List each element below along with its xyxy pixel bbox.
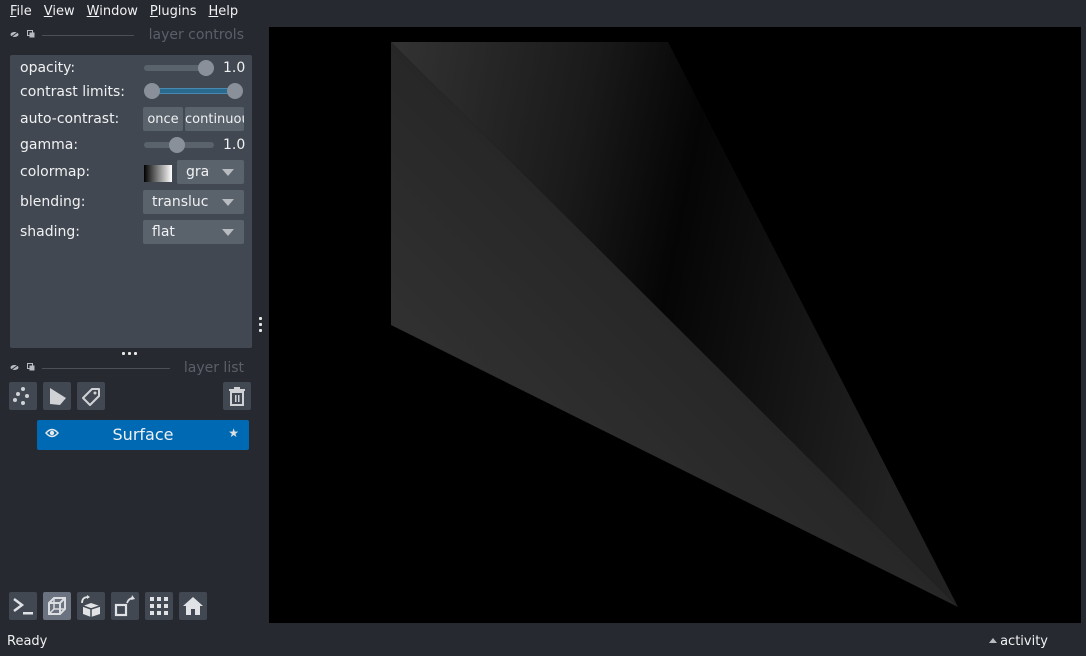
menu-file[interactable]: File [4,1,38,23]
grid-view-button[interactable] [145,592,173,620]
float-dock-icon[interactable] [27,30,35,38]
layer-list-title: layer list [183,360,244,376]
tag-icon [82,388,100,406]
trash-icon [229,387,245,406]
status-text: Ready [7,634,48,649]
points-icon [13,387,29,405]
dock-splitter-handle[interactable] [122,352,140,358]
float-dock-icon[interactable] [27,363,35,371]
transpose-icon [114,595,135,617]
auto-contrast-label: auto-contrast: [20,111,120,127]
auto-contrast-continuous-label: continuous [185,111,244,127]
gamma-value: 1.00 [223,137,245,153]
status-bar: Ready activity [0,630,1086,656]
contrast-limits-high-handle[interactable] [227,83,243,99]
title-divider [42,368,170,369]
menu-window[interactable]: Window [81,1,144,23]
chevron-down-icon [222,229,234,236]
colormap-dropdown[interactable]: gray [177,160,244,184]
layer-list-titlebar: layer list [0,359,262,377]
gamma-slider-handle[interactable] [168,137,185,153]
layer-type-star-icon: ★ [228,426,239,440]
home-icon [183,597,203,615]
surface-render [391,42,958,607]
shading-value: flat [152,224,175,240]
menu-file-label: ile [16,4,32,19]
contrast-limits-low-handle[interactable] [144,83,160,99]
home-button[interactable] [179,592,207,620]
delete-layer-button[interactable] [223,382,251,410]
menubar: File View Window Plugins Help [0,0,1086,24]
opacity-label: opacity: [20,60,76,76]
menu-view[interactable]: View [38,1,81,23]
layer-controls-title: layer controls [148,27,244,43]
title-divider [42,35,134,36]
shapes-icon [50,388,66,405]
contrast-limits-range [152,88,235,94]
layer-item-surface[interactable]: Surface ★ [37,420,249,450]
menu-view-label: iew [52,4,75,19]
roll-dims-button[interactable] [77,592,105,620]
blending-dropdown[interactable]: translucent [143,190,244,214]
chevron-down-icon [222,199,234,206]
auto-contrast-continuous-button[interactable]: continuous [185,107,244,131]
opacity-value: 1.00 [223,60,245,76]
layer-name: Surface [112,425,174,444]
roll-cube-icon [81,595,101,617]
viewer-canvas[interactable] [269,27,1081,623]
menu-window-mnemonic: W [86,4,100,19]
auto-contrast-once-button[interactable]: once [143,107,183,131]
layer-controls-panel: opacity: 1.00 contrast limits: auto-cont… [10,55,252,348]
new-labels-layer-button[interactable] [77,382,105,410]
new-shapes-layer-button[interactable] [43,382,71,410]
colormap-value: gray [186,164,210,180]
shading-label: shading: [20,224,80,240]
opacity-slider-handle[interactable] [198,60,214,76]
grid-icon [150,597,168,615]
menu-help-mnemonic: H [208,4,219,19]
menu-plugins-mnemonic: P [149,4,158,19]
layer-controls-titlebar: layer controls [0,26,262,44]
menu-window-label: indow [99,4,138,19]
menu-help[interactable]: Help [203,1,245,23]
chevron-down-icon [222,169,234,176]
toggle-3d-button[interactable] [43,592,71,620]
close-dock-icon[interactable] [10,31,19,38]
gamma-label: gamma: [20,137,79,153]
console-button[interactable] [9,592,37,620]
activity-toggle[interactable]: activity [989,634,1048,649]
menu-plugins[interactable]: Plugins [144,1,203,23]
transpose-dims-button[interactable] [111,592,139,620]
colormap-preview [144,165,172,182]
shading-dropdown[interactable]: flat [143,220,244,244]
terminal-icon [13,598,33,615]
menu-plugins-label: lugins [157,4,197,19]
colormap-label: colormap: [20,164,91,180]
caret-up-icon [989,638,998,643]
new-points-layer-button[interactable] [9,382,37,410]
menu-help-label: elp [218,4,239,19]
activity-label: activity [1000,634,1048,649]
blending-value: translucent [152,194,209,210]
contrast-limits-label: contrast limits: [20,84,125,100]
close-dock-icon[interactable] [10,364,19,371]
blending-label: blending: [20,194,86,210]
sidebar-resize-handle[interactable] [259,317,265,335]
cube-wireframe-icon [48,597,66,615]
